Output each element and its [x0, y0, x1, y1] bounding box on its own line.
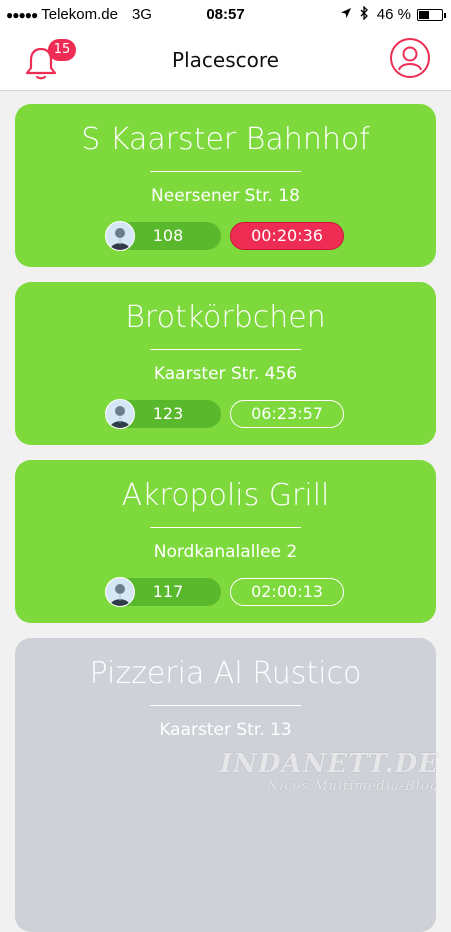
- page-title: Placescore: [172, 48, 279, 72]
- countdown-timer: 06:23:57: [230, 400, 344, 428]
- score-pill: 108: [105, 221, 221, 251]
- location-arrow-icon: [340, 7, 352, 22]
- score-value: 123: [152, 404, 184, 423]
- battery-icon: [417, 8, 446, 21]
- bluetooth-icon: [360, 5, 369, 23]
- place-name: S Kaarster Bahnhof: [81, 122, 370, 157]
- place-address: Kaarster Str. 13: [159, 720, 292, 740]
- card-divider: [150, 705, 301, 706]
- card-divider: [150, 171, 301, 172]
- place-card[interactable]: S Kaarster Bahnhof Neersener Str. 18 108…: [15, 104, 436, 267]
- watermark: INDANETT.DE Nicos Multimedia-Blog: [220, 749, 439, 794]
- score-pill: 123: [105, 399, 221, 429]
- card-divider: [150, 527, 301, 528]
- place-name: Pizzeria Al Rustico: [89, 656, 362, 691]
- place-address: Neersener Str. 18: [151, 186, 300, 206]
- avatar: [105, 577, 135, 607]
- place-card[interactable]: Akropolis Grill Nordkanalallee 2 117 02:…: [15, 460, 436, 623]
- place-name: Akropolis Grill: [121, 478, 330, 513]
- avatar: [105, 221, 135, 251]
- place-card[interactable]: Brotkörbchen Kaarster Str. 456 123 06:23…: [15, 282, 436, 445]
- score-value: 108: [152, 226, 184, 245]
- place-address: Kaarster Str. 456: [153, 364, 298, 384]
- nav-bar: 15 Placescore: [0, 30, 451, 91]
- watermark-title: INDANETT.DE: [219, 749, 439, 779]
- score-value: 117: [152, 582, 184, 601]
- status-bar: ●●●●● Telekom.de 3G 08:57 46 %: [0, 0, 451, 30]
- place-address: Nordkanalallee 2: [153, 542, 298, 562]
- avatar: [105, 399, 135, 429]
- user-icon: [390, 38, 430, 78]
- countdown-timer: 02:00:13: [230, 578, 344, 606]
- score-pill: 117: [105, 577, 221, 607]
- profile-button[interactable]: [389, 37, 431, 79]
- watermark-subtitle: Nicos Multimedia-Blog: [266, 779, 439, 794]
- card-divider: [150, 349, 301, 350]
- battery-fill: [419, 10, 430, 19]
- status-right: 46 %: [340, 5, 446, 23]
- countdown-timer: 00:20:36: [230, 222, 344, 250]
- battery-percent: 46 %: [376, 6, 411, 23]
- place-name: Brotkörbchen: [125, 300, 326, 335]
